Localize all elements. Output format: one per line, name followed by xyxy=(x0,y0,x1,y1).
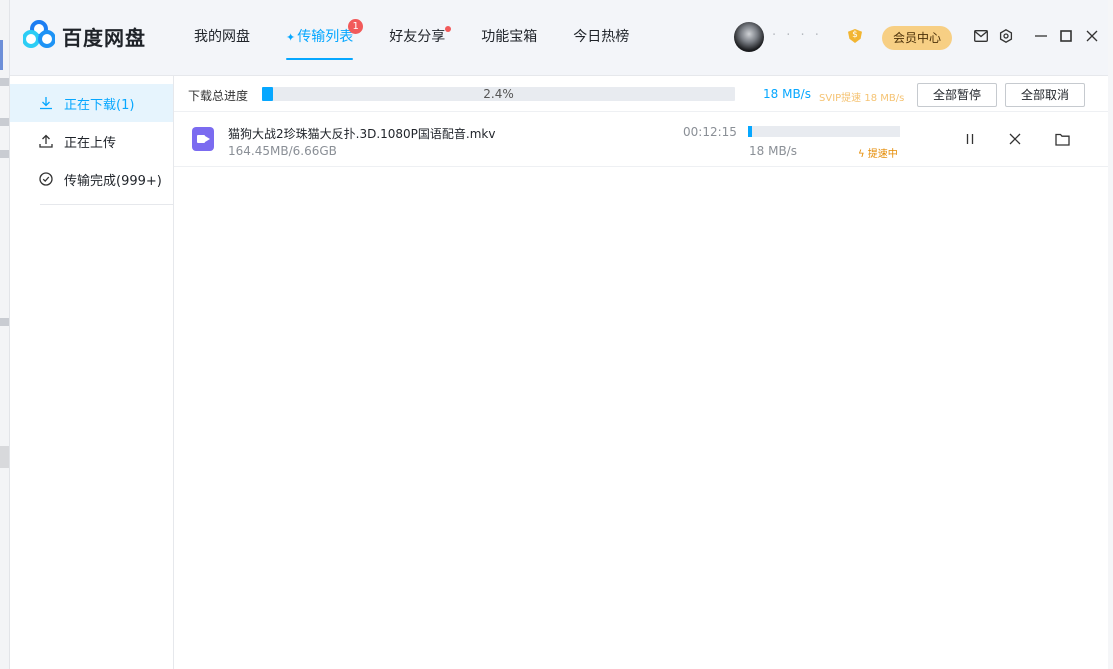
member-center-button[interactable]: 会员中心 xyxy=(882,26,952,50)
sidebar-item-label: 正在下载(1) xyxy=(64,97,135,113)
sidebar: 正在下载(1) 正在上传 传输完成(999+) xyxy=(10,76,174,669)
total-progress-percent: 2.4% xyxy=(483,87,514,101)
sidebar-item-label: 正在上传 xyxy=(64,135,117,151)
avatar[interactable] xyxy=(734,22,764,52)
background-window-mark xyxy=(0,318,9,326)
background-window-accent xyxy=(0,40,3,70)
username[interactable]: · · · · xyxy=(772,28,822,43)
cancel-all-button[interactable]: 全部取消 xyxy=(1005,83,1085,107)
sparkle-icon: ✦ xyxy=(286,31,296,44)
lightning-icon: ϟ xyxy=(858,149,865,160)
notification-badge: 1 xyxy=(348,19,364,34)
red-dot-badge xyxy=(445,26,452,32)
baidu-netdisk-logo xyxy=(23,20,55,48)
upload-icon xyxy=(38,133,54,149)
sidebar-item-completed[interactable]: 传输完成(999+) xyxy=(10,160,173,198)
tab-label: 功能宝箱 xyxy=(481,29,538,45)
svip-speed[interactable]: SVIP提速 18 MB/s xyxy=(819,89,904,104)
background-window-mark xyxy=(0,78,9,86)
cancel-icon[interactable] xyxy=(1007,131,1023,147)
total-progress-label: 下载总进度 xyxy=(188,89,249,103)
sidebar-item-downloading[interactable]: 正在下载(1) xyxy=(10,84,173,122)
tab-toolbox[interactable]: 功能宝箱 xyxy=(481,26,537,60)
minimize-icon[interactable] xyxy=(1032,27,1050,45)
file-progress-fill xyxy=(748,126,752,137)
vip-level-icon[interactable]: $ xyxy=(848,29,862,43)
tab-label: 我的网盘 xyxy=(194,29,250,45)
close-icon[interactable] xyxy=(1083,27,1101,45)
tab-label: 今日热榜 xyxy=(573,29,630,45)
tab-hot-list[interactable]: 今日热榜 xyxy=(573,26,629,60)
background-window xyxy=(0,0,10,669)
file-progress-bar xyxy=(748,126,900,137)
file-name: 猫狗大战2珍珠猫大反扑.3D.1080P国语配音.mkv xyxy=(228,127,496,141)
check-circle-icon xyxy=(38,171,54,187)
background-window-mark xyxy=(0,150,9,158)
pause-icon[interactable] xyxy=(962,131,978,147)
sidebar-divider xyxy=(40,204,173,205)
background-window-block xyxy=(0,446,9,468)
tab-transfer-list[interactable]: ✦ 传输列表 1 xyxy=(286,19,364,60)
tab-my-netdisk[interactable]: 我的网盘 xyxy=(194,26,250,60)
file-speed: 18 MB/s xyxy=(749,144,797,158)
tab-friend-share[interactable]: 好友分享 xyxy=(389,26,452,60)
title-bar: 百度网盘 我的网盘 ✦ 传输列表 1 好友分享 功能宝箱 今日热榜 · · · · … xyxy=(10,0,1108,76)
time-remaining: 00:12:15 xyxy=(683,125,737,139)
total-progress-row: 下载总进度 2.4% 18 MB/s SVIP提速 18 MB/s 全部暂停 全… xyxy=(174,76,1108,112)
app-title: 百度网盘 xyxy=(62,26,146,50)
sidebar-item-uploading[interactable]: 正在上传 xyxy=(10,122,173,160)
top-nav: 我的网盘 ✦ 传输列表 1 好友分享 功能宝箱 今日热榜 xyxy=(194,19,665,60)
maximize-icon[interactable] xyxy=(1057,27,1075,45)
download-row[interactable]: 猫狗大战2珍珠猫大反扑.3D.1080P国语配音.mkv 164.45MB/6.… xyxy=(174,113,1108,167)
settings-icon[interactable] xyxy=(997,27,1015,45)
file-size: 164.45MB/6.66GB xyxy=(228,144,337,158)
transfer-panel: 下载总进度 2.4% 18 MB/s SVIP提速 18 MB/s 全部暂停 全… xyxy=(174,76,1108,669)
mail-icon[interactable] xyxy=(972,27,990,45)
total-speed: 18 MB/s xyxy=(763,87,811,101)
folder-icon[interactable] xyxy=(1054,131,1070,147)
pause-all-button[interactable]: 全部暂停 xyxy=(917,83,997,107)
background-window-mark xyxy=(0,118,9,126)
baidu-netdisk-window: 百度网盘 我的网盘 ✦ 传输列表 1 好友分享 功能宝箱 今日热榜 · · · · … xyxy=(10,0,1108,669)
boost-label: 提速中 xyxy=(867,149,898,160)
boost-status[interactable]: ϟ 提速中 xyxy=(858,145,898,160)
background-window-right xyxy=(1108,0,1113,669)
tab-label: 传输列表 xyxy=(297,29,354,45)
video-file-icon xyxy=(192,127,214,151)
download-icon xyxy=(38,95,54,111)
total-progress-bar: 2.4% xyxy=(262,87,735,101)
sidebar-item-label: 传输完成(999+) xyxy=(64,173,162,189)
tab-label: 好友分享 xyxy=(389,29,446,45)
